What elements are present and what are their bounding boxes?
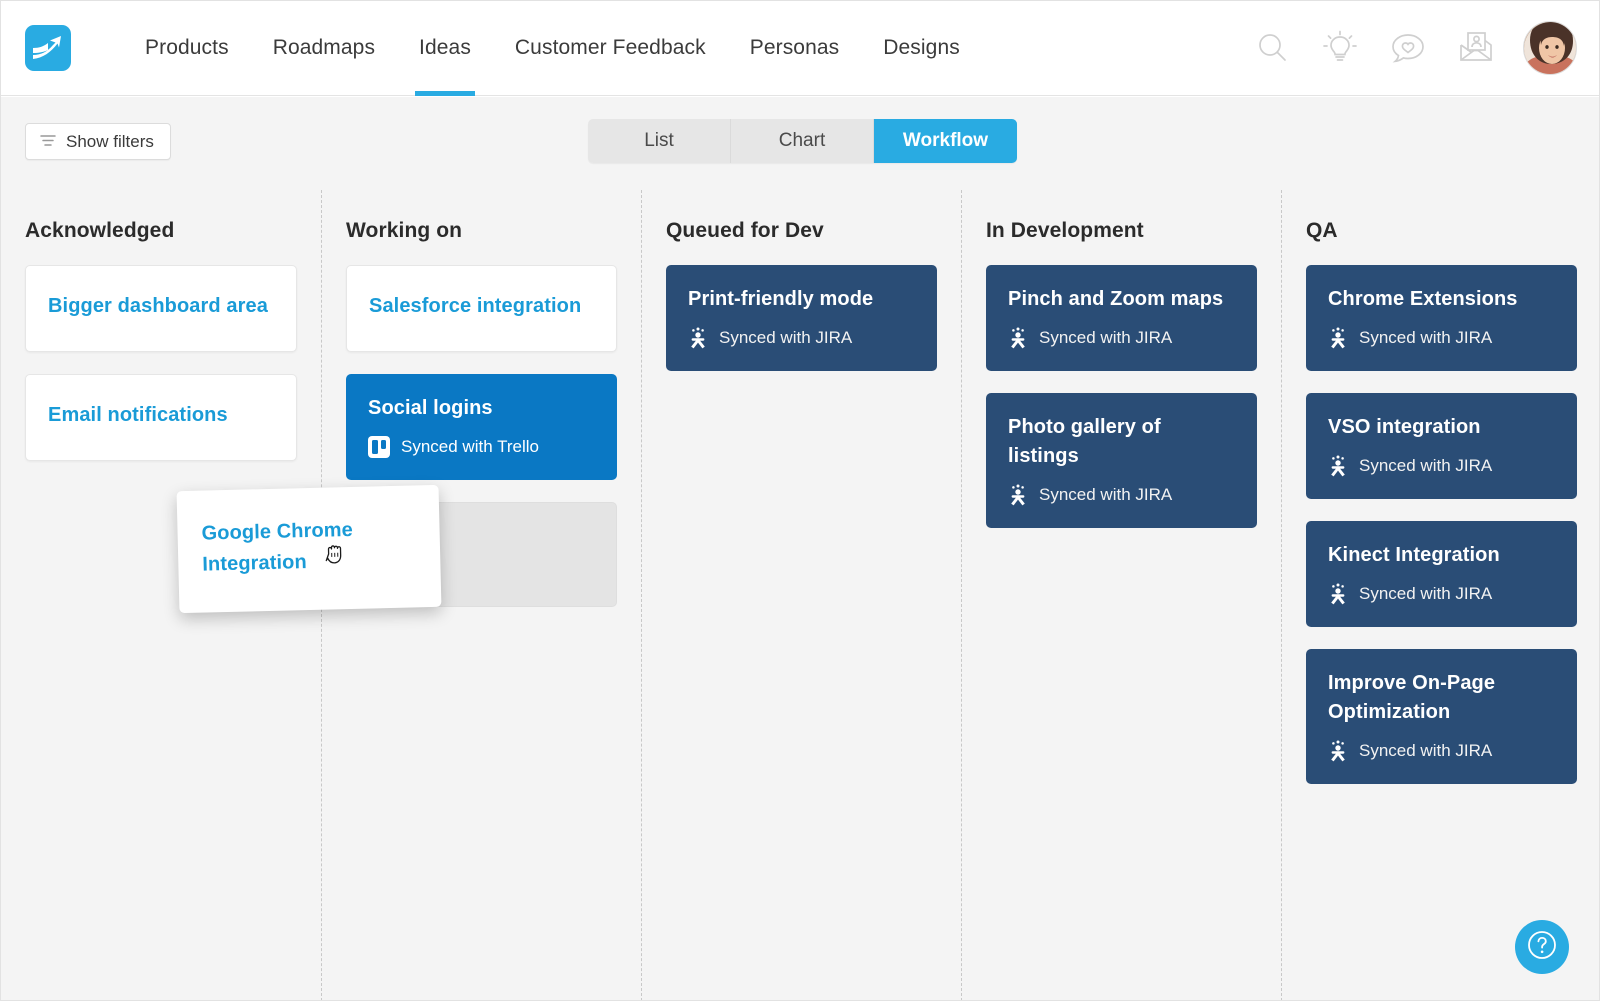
dragging-card-title: Google Chrome Integration [201,518,354,576]
tab-workflow[interactable]: Workflow [874,119,1017,163]
card-kinect-integration[interactable]: Kinect Integration Synced with JIRA [1306,521,1577,627]
trello-icon [368,436,390,458]
user-avatar[interactable] [1523,21,1577,75]
column-title: Working on [346,219,463,242]
card-sync-status: Synced with JIRA [1008,484,1235,506]
nav-link-designs[interactable]: Designs [861,1,982,96]
card-salesforce-integration[interactable]: Salesforce integration [346,265,617,352]
nav-link-products[interactable]: Products [123,1,251,96]
top-navigation-bar: Products Roadmaps Ideas Customer Feedbac… [1,1,1599,96]
jira-icon [1008,327,1028,349]
card-sync-status: Synced with JIRA [1328,740,1555,762]
help-button[interactable] [1515,920,1569,974]
card-social-logins[interactable]: Social logins Synced with Trello [346,374,617,480]
jira-icon [1328,327,1348,349]
card-sync-status: Synced with JIRA [1328,583,1555,605]
column-title: Queued for Dev [666,219,824,242]
card-improve-on-page-optimization[interactable]: Improve On-Page Optimization Synced with… [1306,649,1577,784]
show-filters-button[interactable]: Show filters [25,123,171,160]
lightbulb-icon[interactable] [1319,27,1361,69]
jira-icon [1328,583,1348,605]
dragging-card-google-chrome-integration[interactable]: Google Chrome Integration [176,484,442,614]
nav-link-personas[interactable]: Personas [728,1,862,96]
show-filters-label: Show filters [66,131,154,151]
column-title: In Development [986,219,1144,242]
chat-heart-icon[interactable] [1387,27,1429,69]
nav-right-icons [1251,21,1577,75]
filter-icon [39,132,57,152]
envelope-person-icon[interactable] [1455,27,1497,69]
board-toolbar: Show filters List Chart Workflow [1,97,1599,190]
card-chrome-extensions[interactable]: Chrome Extensions Synced with JIRA [1306,265,1577,371]
nav-link-customer-feedback[interactable]: Customer Feedback [493,1,728,96]
aha-arrow-logo[interactable] [25,25,71,71]
column-title: QA [1306,219,1338,242]
nav-link-ideas[interactable]: Ideas [397,1,493,96]
card-sync-status: Synced with Trello [368,436,595,458]
card-pinch-and-zoom-maps[interactable]: Pinch and Zoom maps Synced with JIRA [986,265,1257,371]
card-sync-status: Synced with JIRA [688,327,915,349]
board-column-in-development: In Development Pinch and Zoom maps Synce… [961,190,1281,1000]
question-mark-icon [1525,928,1559,967]
jira-icon [688,327,708,349]
card-print-friendly-mode[interactable]: Print-friendly mode Synced with JIRA [666,265,937,371]
card-sync-status: Synced with JIRA [1008,327,1235,349]
card-photo-gallery-of-listings[interactable]: Photo gallery of listings Synced with JI… [986,393,1257,528]
tab-chart[interactable]: Chart [731,119,874,163]
search-icon[interactable] [1251,27,1293,69]
grab-hand-cursor [324,539,349,566]
card-vso-integration[interactable]: VSO integration Synced with JIRA [1306,393,1577,499]
card-sync-status: Synced with JIRA [1328,327,1555,349]
card-sync-status: Synced with JIRA [1328,455,1555,477]
jira-icon [1328,740,1348,762]
card-email-notifications[interactable]: Email notifications [25,374,297,461]
view-mode-tabs: List Chart Workflow [588,119,1017,163]
ideas-workflow-board-page: Products Roadmaps Ideas Customer Feedbac… [0,0,1600,1001]
jira-icon [1008,484,1028,506]
nav-link-roadmaps[interactable]: Roadmaps [251,1,397,96]
board-column-queued-for-dev: Queued for Dev Print-friendly mode Synce… [641,190,961,1000]
card-bigger-dashboard-area[interactable]: Bigger dashboard area [25,265,297,352]
main-nav-links: Products Roadmaps Ideas Customer Feedbac… [123,1,982,96]
tab-list[interactable]: List [588,119,731,163]
column-title: Acknowledged [25,219,175,242]
jira-icon [1328,455,1348,477]
board-column-qa: QA Chrome Extensions Synced with JIRA VS… [1281,190,1599,1000]
